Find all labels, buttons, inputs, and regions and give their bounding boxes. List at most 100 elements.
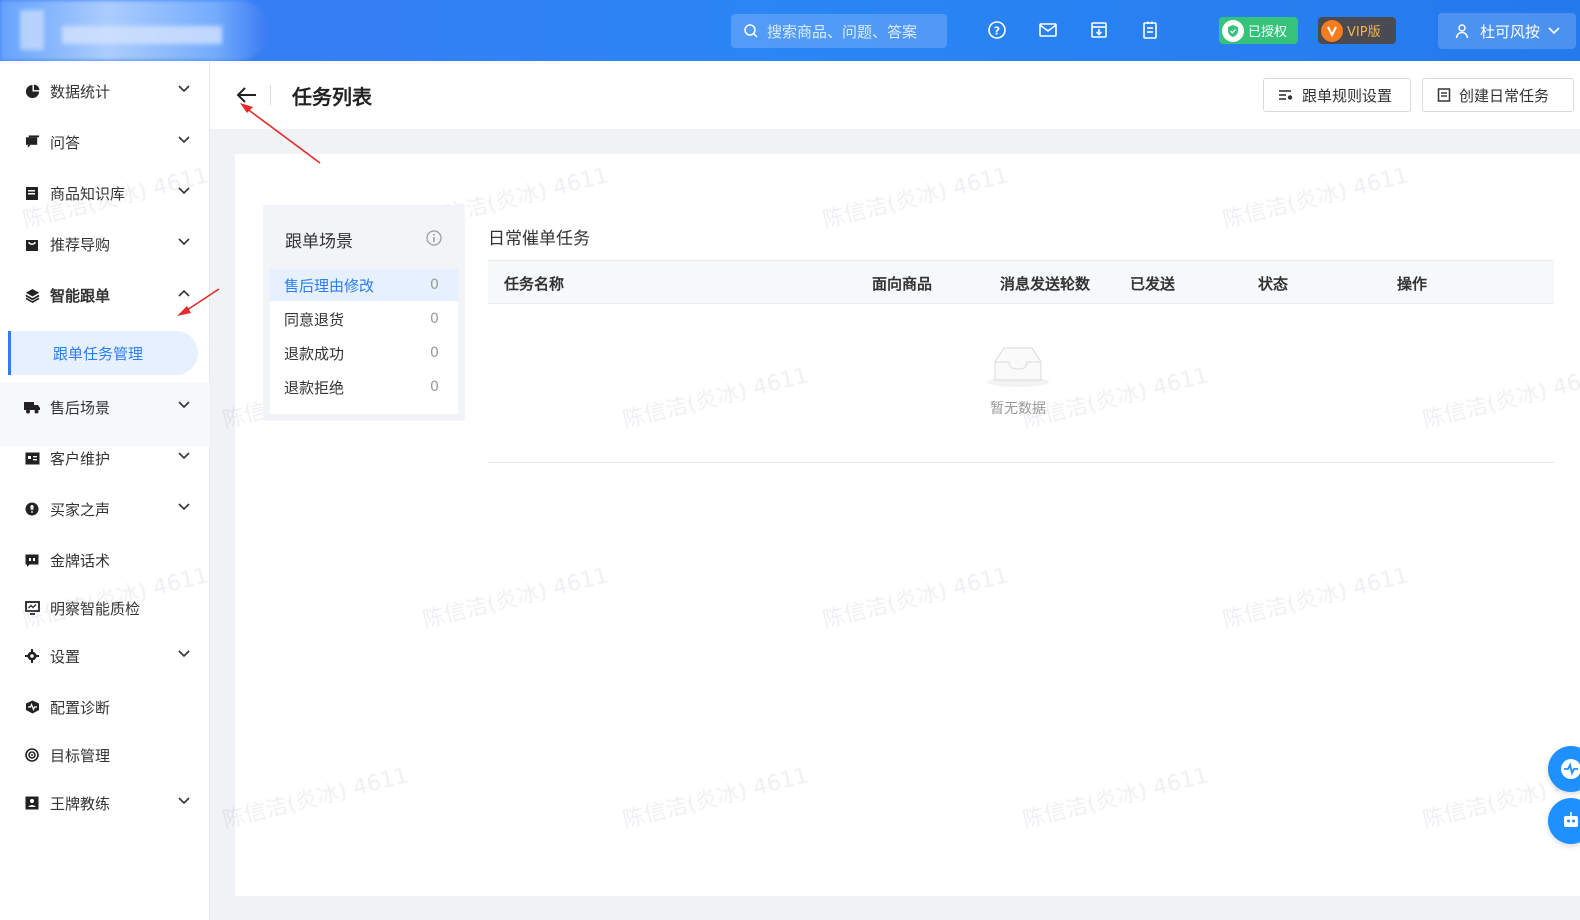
quote-icon (24, 552, 40, 568)
sidebar-subitem-label: 跟单任务管理 (53, 344, 144, 363)
scene-item-refund-success[interactable]: 退款成功 0 (270, 337, 458, 369)
chevron-down-icon (178, 650, 190, 658)
mail-icon[interactable] (1037, 19, 1059, 41)
create-daily-task-button[interactable]: 创建日常任务 (1422, 78, 1574, 112)
search-icon (744, 24, 758, 38)
search-input[interactable]: 搜索商品、问题、答案 (731, 14, 947, 48)
sidebar-item-label: 商品知识库 (50, 184, 126, 203)
sidebar-item-qa[interactable]: 问答 (0, 122, 210, 162)
empty-inbox-icon (985, 342, 1051, 394)
column-header: 面向商品 (872, 275, 933, 293)
chevron-down-icon (178, 503, 190, 511)
sidebar-subitem-follow-task[interactable]: 跟单任务管理 (8, 331, 198, 375)
book-icon (24, 185, 40, 201)
sidebar-item-label: 设置 (50, 647, 81, 666)
back-arrow-icon[interactable] (232, 81, 260, 109)
user-menu[interactable]: 杜可风按 (1438, 13, 1576, 49)
scene-item-count: 0 (430, 345, 439, 361)
sidebar-item-label: 客户维护 (50, 449, 111, 468)
scene-item-agree-return[interactable]: 同意退货 0 (270, 303, 458, 335)
scene-item-count: 0 (430, 379, 439, 395)
sidebar-item-label: 买家之声 (50, 500, 111, 519)
column-header: 消息发送轮数 (1000, 275, 1091, 293)
chevron-down-icon (178, 187, 190, 195)
truck-icon (24, 399, 40, 415)
table-header: 任务名称 面向商品 消息发送轮数 已发送 状态 操作 (488, 260, 1554, 304)
contact-card-icon (24, 450, 40, 466)
user-icon (1455, 24, 1469, 39)
target-icon (24, 747, 40, 763)
shield-check-icon (1222, 19, 1244, 42)
authorized-label: 已授权 (1248, 25, 1288, 40)
vip-v-icon (1321, 19, 1343, 42)
empty-text: 暂无数据 (990, 401, 1046, 417)
sidebar-item-label: 目标管理 (50, 746, 111, 765)
chevron-down-icon (178, 238, 190, 246)
coach-icon (24, 795, 40, 811)
sidebar: 数据统计 问答 商品知识库 推荐导购 智能跟单 跟单任务管理 售后场景 客户维护… (0, 61, 210, 920)
svg-text:?: ? (994, 25, 1000, 38)
sidebar-item-label: 问答 (50, 133, 81, 152)
sidebar-item-label: 配置诊断 (50, 698, 111, 717)
authorized-badge[interactable]: 已授权 (1219, 17, 1298, 44)
download-box-icon[interactable] (1088, 19, 1110, 41)
sidebar-item-gold-script[interactable]: 金牌话术 (0, 540, 210, 580)
pie-chart-icon (24, 83, 40, 99)
sidebar-item-buyer-voice[interactable]: 买家之声 (0, 489, 210, 529)
vip-label: VIP版 (1347, 25, 1381, 40)
scene-item-label: 同意退货 (284, 310, 345, 329)
sidebar-item-diagnose[interactable]: 配置诊断 (0, 687, 210, 727)
gear-icon (24, 648, 40, 664)
sidebar-item-target[interactable]: 目标管理 (0, 735, 210, 775)
task-doc-icon (1437, 88, 1451, 102)
sidebar-item-coach[interactable]: 王牌教练 (0, 783, 210, 823)
scene-item-label: 退款成功 (284, 344, 345, 363)
sidebar-item-knowledge[interactable]: 商品知识库 (0, 173, 210, 213)
sidebar-item-label: 售后场景 (50, 398, 111, 417)
user-name: 杜可风按 (1480, 22, 1541, 41)
sidebar-item-smart-follow[interactable]: 智能跟单 (0, 275, 210, 315)
info-icon[interactable] (426, 230, 442, 250)
table-divider (488, 462, 1554, 463)
follow-rule-settings-label: 跟单规则设置 (1302, 86, 1393, 105)
sidebar-item-label: 明察智能质检 (50, 599, 141, 618)
shopping-icon (24, 236, 40, 252)
scene-list: 售后理由修改 0 同意退货 0 退款成功 0 退款拒绝 0 (270, 269, 458, 414)
chevron-down-icon (178, 85, 190, 93)
pulse-icon (1561, 759, 1580, 779)
column-header: 任务名称 (504, 275, 565, 293)
chevron-up-icon (178, 289, 190, 297)
chat-icon (24, 134, 40, 150)
scene-title: 跟单场景 (285, 232, 353, 252)
sidebar-item-quality[interactable]: 明察智能质检 (0, 588, 210, 628)
sidebar-item-recommend[interactable]: 推荐导购 (0, 224, 210, 264)
vip-badge[interactable]: VIP版 (1318, 17, 1396, 44)
scene-item-count: 0 (430, 277, 439, 293)
sidebar-item-aftersale[interactable]: 售后场景 (0, 387, 210, 427)
chevron-down-icon (178, 452, 190, 460)
monitor-icon (24, 600, 40, 616)
help-icon[interactable]: ? (986, 19, 1008, 41)
sidebar-item-label: 推荐导购 (50, 235, 111, 254)
layers-icon (24, 287, 40, 303)
page-title: 任务列表 (292, 85, 372, 109)
logo[interactable] (0, 0, 268, 61)
clipboard-icon[interactable] (1139, 19, 1161, 41)
scene-item-reason-change[interactable]: 售后理由修改 0 (270, 269, 458, 301)
column-header: 操作 (1397, 275, 1428, 293)
sidebar-item-label: 智能跟单 (50, 286, 111, 305)
sidebar-item-customer[interactable]: 客户维护 (0, 438, 210, 478)
filter-settings-icon (1279, 90, 1293, 100)
diagnose-icon (24, 699, 40, 715)
robot-icon (1564, 812, 1578, 827)
scene-item-count: 0 (430, 311, 439, 327)
follow-rule-settings-button[interactable]: 跟单规则设置 (1263, 78, 1411, 112)
column-header: 状态 (1258, 275, 1289, 293)
sidebar-item-data-stats[interactable]: 数据统计 (0, 71, 210, 111)
sidebar-item-label: 金牌话术 (50, 551, 111, 570)
sidebar-item-settings[interactable]: 设置 (0, 636, 210, 676)
sidebar-item-label: 王牌教练 (50, 794, 111, 813)
chevron-down-icon (178, 401, 190, 409)
scene-item-refund-rejected[interactable]: 退款拒绝 0 (270, 371, 458, 403)
scene-item-label: 退款拒绝 (284, 378, 345, 397)
